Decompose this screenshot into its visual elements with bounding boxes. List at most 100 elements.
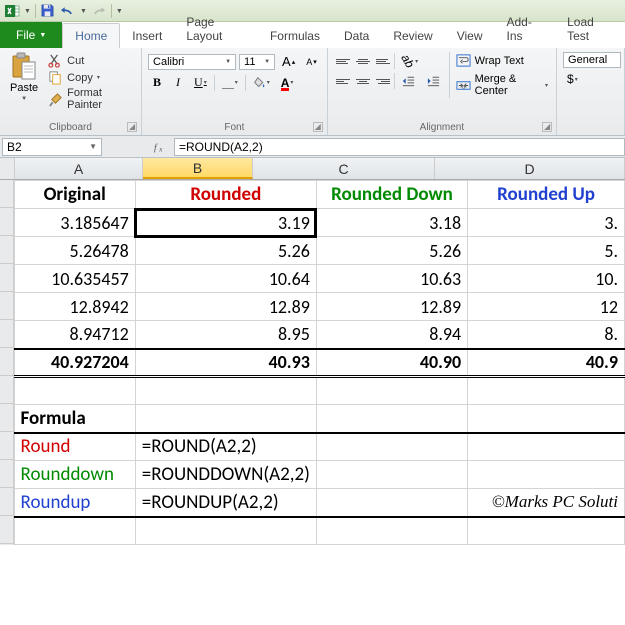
row-header[interactable] [0, 348, 13, 376]
row-header[interactable] [0, 180, 13, 208]
cell[interactable]: 40.9 [468, 349, 625, 377]
grow-font-button[interactable]: A▴ [278, 52, 299, 71]
tab-file[interactable]: File▼ [0, 22, 62, 48]
cell[interactable]: 10.63 [316, 265, 467, 293]
cell[interactable]: Roundup [14, 489, 135, 517]
wrap-text-button[interactable]: Wrap Text [454, 52, 550, 69]
cell[interactable]: 12.89 [316, 293, 467, 321]
tab-view[interactable]: View [445, 24, 495, 48]
cell[interactable]: =ROUNDUP(A2,2) [135, 489, 316, 517]
select-all-corner[interactable] [0, 158, 15, 180]
orientation-button[interactable]: ab▾ [397, 52, 422, 70]
cell[interactable]: =ROUNDDOWN(A2,2) [135, 461, 316, 489]
cell[interactable]: 3. [468, 209, 625, 237]
cell[interactable] [316, 377, 467, 405]
cell[interactable] [468, 405, 625, 433]
cell[interactable]: Rounded Down [316, 181, 467, 209]
italic-button[interactable]: I [169, 73, 187, 92]
copy-button[interactable]: Copy▾ [46, 69, 135, 86]
row-header[interactable] [0, 264, 13, 292]
cell[interactable]: 8.94712 [14, 321, 135, 349]
row-header[interactable] [0, 208, 13, 236]
cell[interactable] [135, 377, 316, 405]
cell[interactable]: 5.26 [316, 237, 467, 265]
cell[interactable]: 8.95 [135, 321, 316, 349]
cell[interactable] [316, 433, 467, 461]
col-header-b[interactable]: B [143, 158, 253, 179]
cell[interactable]: Formula [14, 405, 135, 433]
row-header[interactable] [0, 236, 13, 264]
align-center-button[interactable] [354, 73, 372, 89]
tab-review[interactable]: Review [381, 24, 444, 48]
align-left-button[interactable] [334, 73, 352, 89]
cell[interactable]: 40.93 [135, 349, 316, 377]
cell[interactable] [135, 405, 316, 433]
cell[interactable]: =ROUND(A2,2) [135, 433, 316, 461]
underline-button[interactable]: U▾ [190, 73, 211, 92]
dialog-launcher-icon[interactable]: ◢ [313, 122, 323, 132]
cell[interactable] [468, 461, 625, 489]
cell[interactable] [316, 517, 467, 545]
paste-button[interactable]: Paste ▼ [4, 50, 44, 114]
cell[interactable]: Rounded Up [468, 181, 625, 209]
font-name-combo[interactable]: Calibri▼ [148, 54, 236, 70]
dialog-launcher-icon[interactable]: ◢ [542, 122, 552, 132]
cell[interactable]: 5. [468, 237, 625, 265]
row-header[interactable] [0, 516, 13, 544]
font-color-button[interactable]: A▾ [277, 74, 298, 92]
cell[interactable]: Rounded [135, 181, 316, 209]
cell[interactable] [316, 461, 467, 489]
col-header-a[interactable]: A [15, 158, 143, 179]
cell[interactable]: Original [14, 181, 135, 209]
decrease-indent-button[interactable] [397, 72, 420, 90]
cell[interactable]: Round [14, 433, 135, 461]
row-header[interactable] [0, 488, 13, 516]
cell[interactable]: 10. [468, 265, 625, 293]
cell[interactable]: 12.89 [135, 293, 316, 321]
font-size-combo[interactable]: 11▼ [239, 54, 275, 70]
fx-icon[interactable]: fx [154, 140, 168, 154]
row-header[interactable] [0, 376, 13, 404]
align-middle-button[interactable] [354, 53, 372, 69]
cell[interactable]: 40.927204 [14, 349, 135, 377]
tab-insert[interactable]: Insert [120, 24, 174, 48]
align-right-button[interactable] [374, 73, 392, 89]
tab-data[interactable]: Data [332, 24, 381, 48]
app-menu-drop-icon[interactable]: ▼ [24, 8, 31, 15]
format-painter-button[interactable]: Format Painter [46, 86, 135, 112]
cell[interactable] [135, 517, 316, 545]
cut-button[interactable]: Cut [46, 52, 135, 69]
cell[interactable]: 3.185647 [14, 209, 135, 237]
merge-center-button[interactable]: a Merge & Center▾ [454, 72, 550, 98]
undo-icon[interactable] [60, 3, 76, 19]
row-header[interactable] [0, 460, 13, 488]
align-top-button[interactable] [334, 53, 352, 69]
name-box[interactable]: B2▼ [2, 138, 102, 156]
redo-icon[interactable] [91, 3, 107, 19]
col-header-c[interactable]: C [253, 158, 435, 179]
cell-selected[interactable]: 3.19 [135, 209, 316, 237]
cell[interactable]: 5.26 [135, 237, 316, 265]
row-header[interactable] [0, 404, 13, 432]
cell[interactable]: 10.64 [135, 265, 316, 293]
tab-load-test[interactable]: Load Test [555, 10, 625, 48]
bold-button[interactable]: B [148, 73, 166, 92]
row-header[interactable] [0, 432, 13, 460]
qat-customize-icon[interactable]: ▼ [116, 8, 123, 15]
tab-formulas[interactable]: Formulas [258, 24, 332, 48]
cell[interactable] [14, 517, 135, 545]
cell[interactable]: 12 [468, 293, 625, 321]
cell[interactable] [316, 489, 467, 517]
cell[interactable]: Rounddown [14, 461, 135, 489]
cell[interactable] [316, 405, 467, 433]
formula-input[interactable]: =ROUND(A2,2) [174, 138, 625, 156]
row-header[interactable] [0, 292, 13, 320]
cell[interactable] [468, 433, 625, 461]
shrink-font-button[interactable]: A▾ [302, 55, 321, 69]
number-format-combo[interactable]: General [563, 52, 621, 68]
cell[interactable] [468, 517, 625, 545]
increase-indent-button[interactable] [422, 72, 445, 90]
align-bottom-button[interactable] [374, 53, 392, 69]
currency-button[interactable]: $▾ [563, 70, 582, 88]
cell[interactable]: 40.90 [316, 349, 467, 377]
